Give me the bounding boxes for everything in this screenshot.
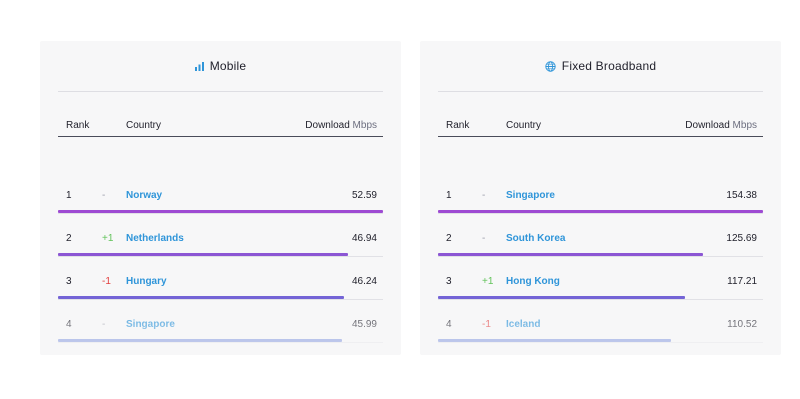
country-link[interactable]: Hong Kong (506, 276, 560, 287)
globe-icon (545, 60, 556, 72)
download-value-cell: 154.38 (726, 190, 757, 201)
download-column-header: Download Mbps (305, 120, 377, 131)
table-row: 5+3Malta44.84 (58, 349, 383, 355)
rank-change-cell: -1 (102, 276, 111, 287)
download-value-cell: 52.59 (351, 190, 377, 201)
row-divider (438, 342, 763, 343)
unit-label: Mbps (352, 120, 377, 131)
rank-change-cell: - (482, 190, 486, 201)
rank-change-cell: +1 (102, 233, 114, 244)
download-label: Download (305, 120, 350, 131)
country-link[interactable]: Norway (126, 190, 162, 201)
country-link[interactable]: South Korea (506, 233, 565, 244)
country-link[interactable]: Iceland (506, 319, 540, 330)
rank-column-header: Rank (66, 120, 90, 131)
rank-change-cell: - (102, 190, 106, 201)
rank-cell: 1 (66, 190, 72, 201)
mobile-panel-title: Mobile (209, 59, 247, 73)
rank-change-cell: - (102, 319, 106, 330)
row-divider (58, 256, 383, 257)
rank-cell: 4 (446, 319, 452, 330)
download-column-header: Download Mbps (685, 120, 757, 131)
row-divider (438, 299, 763, 300)
rank-change-cell: +1 (482, 276, 494, 287)
fixed-broadband-panel-title: Fixed Broadband (561, 59, 657, 73)
country-link[interactable]: Singapore (506, 190, 555, 201)
download-value-cell: 46.94 (351, 233, 377, 244)
download-value-cell: 110.52 (727, 319, 757, 330)
download-value-cell: 125.69 (726, 233, 757, 244)
row-divider (58, 299, 383, 300)
country-column-header: Country (506, 120, 542, 131)
country-link[interactable]: Singapore (126, 319, 175, 330)
table-row: 4 -1 Iceland 110.52 (438, 306, 763, 349)
table-row: 3 -1 Hungary 46.24 (58, 263, 383, 306)
table-row: 5-Romania91.48 (438, 349, 763, 355)
rank-cell: 1 (446, 190, 452, 201)
table-row: 1 - Singapore 154.38 (438, 177, 763, 220)
fixed-broadband-table-header: Rank Country Download Mbps (438, 117, 763, 137)
country-column-header: Country (126, 120, 162, 131)
table-row: 3 +1 Hong Kong 117.21 (438, 263, 763, 306)
table-row: 4 - Singapore 45.99 (58, 306, 383, 349)
mobile-panel-header: Mobile (58, 41, 383, 92)
rank-cell: 3 (66, 276, 72, 287)
rank-cell: 2 (66, 233, 72, 244)
row-divider (58, 213, 383, 214)
unit-label: Mbps (732, 120, 757, 131)
rank-column-header: Rank (446, 120, 470, 131)
download-value-cell: 45.99 (351, 319, 377, 330)
country-link[interactable]: Hungary (126, 276, 167, 287)
table-row: 1 - Norway 52.59 (58, 177, 383, 220)
table-row: 2 - South Korea 125.69 (438, 220, 763, 263)
country-link[interactable]: Netherlands (126, 233, 184, 244)
row-divider (438, 213, 763, 214)
rank-cell: 4 (66, 319, 72, 330)
download-label: Download (685, 120, 730, 131)
rank-change-cell: -1 (482, 319, 491, 330)
rank-cell: 2 (446, 233, 452, 244)
download-value-cell: 46.24 (351, 276, 377, 287)
table-row: 2 +1 Netherlands 46.94 (58, 220, 383, 263)
signal-bars-icon (194, 61, 204, 71)
mobile-panel: Mobile Rank Country Download Mbps 1 - Norw… (40, 41, 401, 355)
fixed-broadband-panel-header: Fixed Broadband (438, 41, 763, 92)
rank-cell: 3 (446, 276, 452, 287)
fixed-broadband-panel: Fixed Broadband Rank Country Download Mb… (420, 41, 781, 355)
row-divider (58, 342, 383, 343)
mobile-table-header: Rank Country Download Mbps (58, 117, 383, 137)
download-value-cell: 117.21 (727, 276, 757, 287)
row-divider (438, 256, 763, 257)
rank-change-cell: - (482, 233, 486, 244)
